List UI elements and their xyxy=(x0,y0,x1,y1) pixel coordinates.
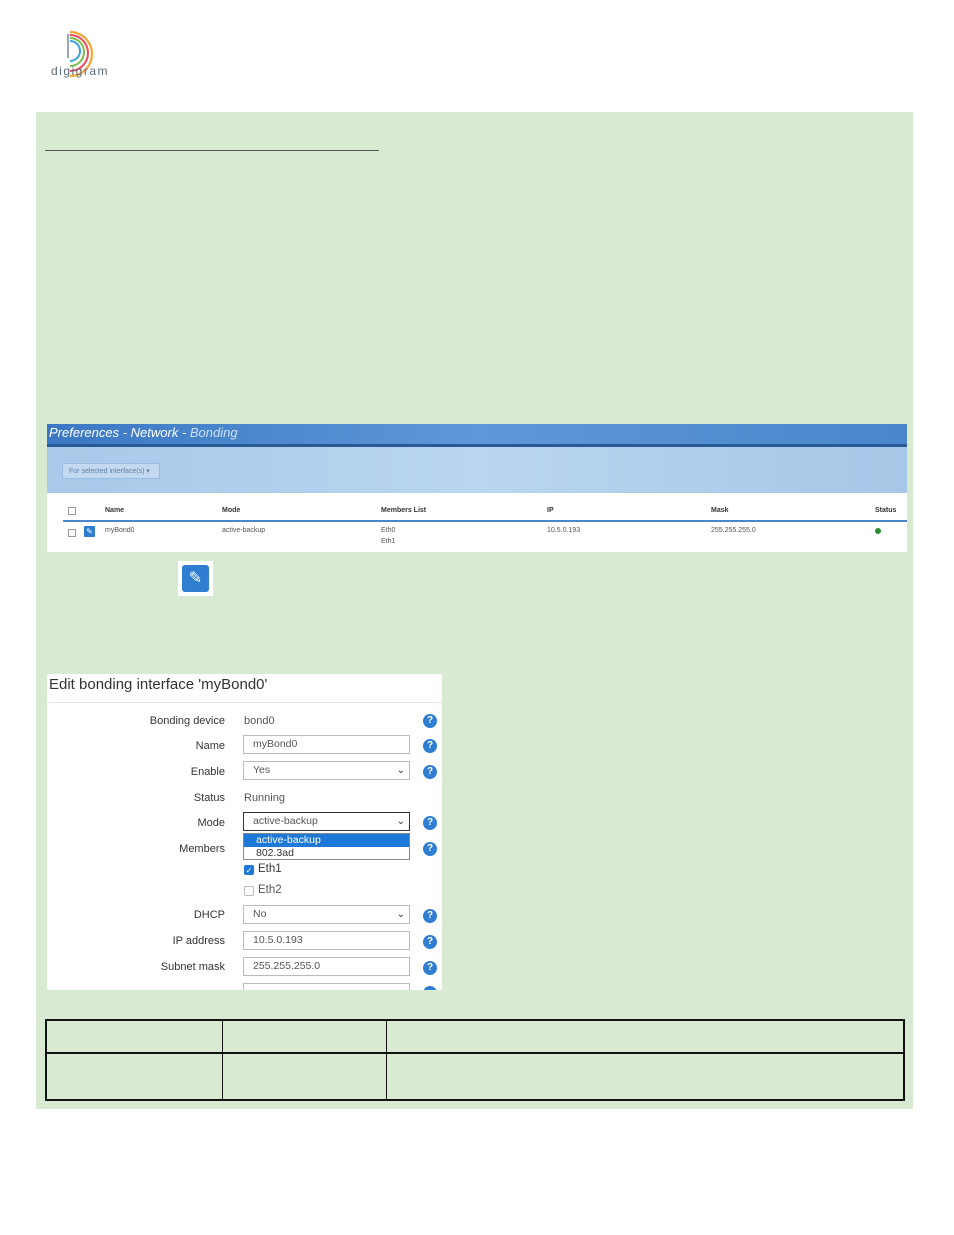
help-icon[interactable]: ? xyxy=(423,816,437,830)
help-icon[interactable]: ? xyxy=(423,714,437,728)
cell-mode: active-backup xyxy=(222,527,266,534)
bulk-action-dropdown[interactable]: For selected interface(s) ▾ xyxy=(62,463,160,479)
name-input[interactable]: myBond0 xyxy=(243,735,410,754)
dhcp-label: DHCP xyxy=(193,909,225,921)
ip-address-label: IP address xyxy=(172,935,225,947)
name-label: Name xyxy=(195,740,225,752)
row-edit-icon[interactable]: ✎ xyxy=(84,526,95,537)
table-header: Name Mode Members List IP Mask Status xyxy=(63,502,907,522)
row-checkbox[interactable] xyxy=(68,529,76,537)
help-icon[interactable]: ? xyxy=(423,961,437,975)
bonding-device-value: bond0 xyxy=(244,715,275,727)
cell-name: myBond0 xyxy=(105,527,135,534)
chevron-down-icon: ⌄ xyxy=(396,909,405,920)
edit-icon-illustration: ✎ xyxy=(178,561,213,596)
mode-option-active-backup[interactable]: active-backup xyxy=(244,834,409,847)
col-name: Name xyxy=(105,507,125,514)
eth1-label: Eth1 xyxy=(258,863,282,875)
bonding-device-label: Bonding device xyxy=(149,715,225,727)
mode-value: active-backup xyxy=(253,815,318,827)
cell-member-1: Eth0 xyxy=(381,527,396,534)
status-label: Status xyxy=(193,792,225,804)
subnet-mask-input[interactable]: 255.255.255.0 xyxy=(243,957,410,976)
subnet-mask-label: Subnet mask xyxy=(160,961,225,973)
bonding-table: Name Mode Members List IP Mask Status ✎ … xyxy=(63,502,907,550)
cell-ip: 10.5.0.193 xyxy=(547,527,581,534)
members-label: Members xyxy=(179,843,225,855)
help-icon[interactable]: ? xyxy=(423,935,437,949)
col-mode: Mode xyxy=(222,507,241,514)
cell-mask: 255.255.255.0 xyxy=(711,527,756,534)
section-rule xyxy=(45,150,379,151)
enable-label: Enable xyxy=(190,766,225,778)
select-all-checkbox[interactable] xyxy=(68,507,76,515)
help-icon[interactable]: ? xyxy=(423,909,437,923)
logo-wordmark: digigram xyxy=(51,64,110,78)
pencil-icon[interactable]: ✎ xyxy=(182,565,209,592)
breadcrumb-current: Bonding xyxy=(189,425,238,440)
dhcp-select[interactable]: No ⌄ xyxy=(243,905,410,924)
col-mask: Mask xyxy=(711,507,729,514)
eth2-label: Eth2 xyxy=(258,884,282,896)
form-separator xyxy=(47,702,442,703)
edit-bonding-form: Edit bonding interface 'myBond0' Bonding… xyxy=(47,674,442,990)
dhcp-value: No xyxy=(253,908,267,920)
mode-select[interactable]: active-backup ⌄ xyxy=(243,812,410,831)
mode-label: Mode xyxy=(197,817,225,829)
help-icon[interactable]: ? xyxy=(423,739,437,753)
enable-select[interactable]: Yes ⌄ xyxy=(243,761,410,780)
parameter-table xyxy=(45,1019,905,1101)
mode-dropdown-list: active-backup 802.3ad xyxy=(243,833,410,860)
col-members: Members List xyxy=(381,507,427,514)
next-field-input[interactable] xyxy=(243,983,410,990)
chevron-down-icon: ⌄ xyxy=(396,765,405,776)
table-column-border xyxy=(386,1021,387,1099)
help-icon[interactable]: ? xyxy=(423,842,437,856)
help-icon[interactable]: ? xyxy=(423,765,437,779)
table-column-border xyxy=(222,1021,223,1099)
table-row: ✎ myBond0 active-backup Eth0 Eth1 10.5.0… xyxy=(63,522,907,550)
bonding-toolbar: For selected interface(s) ▾ xyxy=(47,447,907,493)
mode-option-8023ad[interactable]: 802.3ad xyxy=(244,847,409,860)
col-ip: IP xyxy=(547,507,554,514)
bonding-list-screenshot: Preferences - Network - Bonding For sele… xyxy=(47,424,907,552)
eth1-checkbox[interactable]: ✓ xyxy=(244,865,254,875)
chevron-down-icon: ⌄ xyxy=(396,816,405,827)
ip-address-input[interactable]: 10.5.0.193 xyxy=(243,931,410,950)
enable-value: Yes xyxy=(253,764,271,776)
cell-member-2: Eth1 xyxy=(381,538,396,545)
help-icon[interactable] xyxy=(423,986,437,990)
table-header-border xyxy=(47,1052,903,1054)
eth2-checkbox[interactable] xyxy=(244,886,254,896)
status-value: Running xyxy=(244,792,285,804)
status-indicator xyxy=(875,528,881,534)
breadcrumb-prefix: Preferences - Network - xyxy=(49,425,190,440)
col-status: Status xyxy=(875,507,897,514)
form-title: Edit bonding interface 'myBond0' xyxy=(49,676,268,693)
breadcrumb: Preferences - Network - Bonding xyxy=(49,425,238,440)
bonding-header: Preferences - Network - Bonding xyxy=(47,424,907,446)
